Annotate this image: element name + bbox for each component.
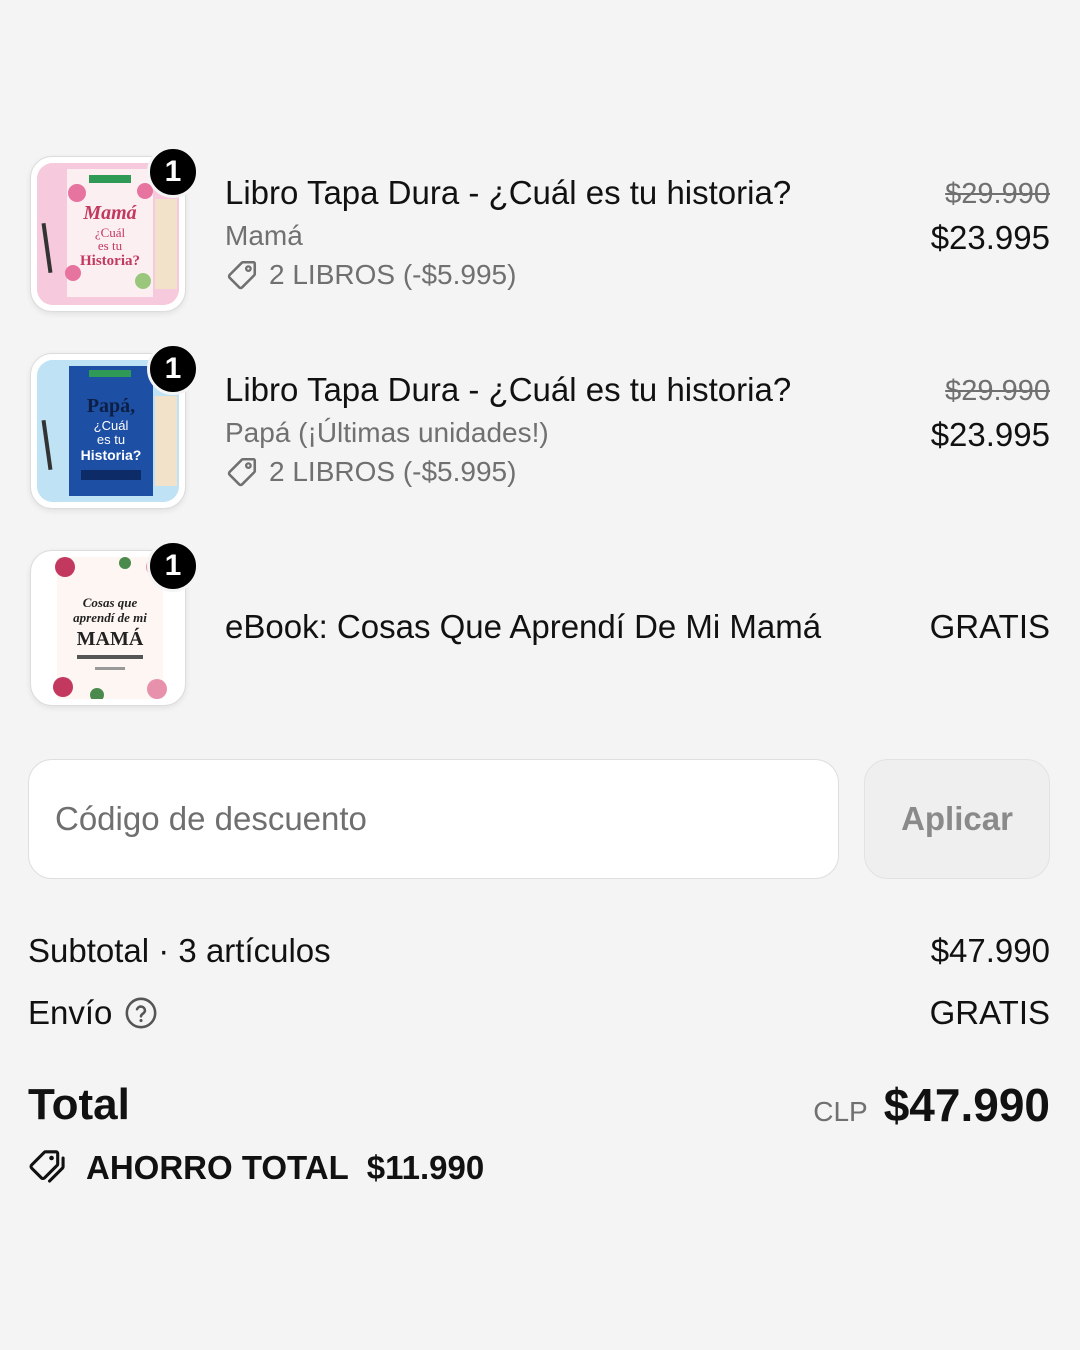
quantity-badge: 1 (147, 540, 199, 592)
shipping-value: GRATIS (929, 994, 1050, 1031)
price-original: $29.990 (945, 178, 1050, 210)
shipping-label-group: Envío (28, 994, 158, 1032)
tag-icon (227, 457, 257, 487)
svg-text:Papá,: Papá, (87, 395, 135, 417)
item-discount: 2 LIBROS (-$5.995) (225, 455, 516, 489)
subtotal-value: $47.990 (930, 932, 1050, 969)
savings-label: AHORRO TOTAL (86, 1149, 349, 1186)
line-item: Papá, ¿Cuál es tu Historia? 1 Libro Tapa… (28, 343, 1050, 513)
price-current: GRATIS (929, 608, 1050, 645)
item-title: Libro Tapa Dura - ¿Cuál es tu historia? (225, 174, 792, 211)
question-circle-icon[interactable] (124, 996, 158, 1030)
shipping-label: Envío (28, 994, 113, 1031)
total-label: Total (28, 1080, 130, 1129)
svg-text:Historia?: Historia? (81, 447, 142, 463)
item-discount-label: 2 LIBROS (-$5.995) (269, 456, 517, 487)
quantity-badge: 1 (147, 343, 199, 395)
svg-text:es tu: es tu (98, 238, 123, 253)
svg-text:MAMÁ: MAMÁ (77, 627, 144, 650)
total-amount: $47.990 (883, 1079, 1050, 1131)
price-original: $29.990 (945, 375, 1050, 407)
savings-value: $11.990 (366, 1149, 485, 1186)
svg-text:Historia?: Historia? (80, 253, 140, 269)
discount-code-input[interactable] (28, 759, 839, 879)
total-savings: AHORRO TOTAL $11.990 (28, 1148, 484, 1188)
shipping-row: Envío GRATIS (28, 994, 1050, 1038)
price-current: $23.995 (930, 219, 1050, 256)
svg-text:aprendí de mi: aprendí de mi (73, 610, 147, 625)
item-title: Libro Tapa Dura - ¿Cuál es tu historia? (225, 371, 792, 408)
tags-icon (29, 1150, 65, 1183)
line-item: Mamá ¿Cuál es tu Historia? 1 Libro Tapa … (28, 146, 1050, 316)
price-current: $23.995 (930, 416, 1050, 453)
subtotal-row: Subtotal · 3 artículos $47.990 (28, 932, 1050, 976)
line-item: Cosas que aprendí de mi MAMÁ 1 eBook: Co… (28, 540, 1050, 710)
item-discount: 2 LIBROS (-$5.995) (225, 258, 516, 292)
quantity-badge: 1 (147, 146, 199, 198)
svg-text:¿Cuál: ¿Cuál (94, 418, 129, 433)
currency-code: CLP (813, 1096, 868, 1127)
apply-discount-button[interactable]: Aplicar (864, 759, 1050, 879)
total-value-group: CLP $47.990 (813, 1078, 1050, 1132)
item-title: eBook: Cosas Que Aprendí De Mi Mamá (225, 608, 822, 645)
tag-icon (227, 260, 257, 290)
svg-text:es tu: es tu (97, 432, 125, 447)
item-variant: Papá (¡Últimas unidades!) (225, 417, 549, 448)
subtotal-label: Subtotal · 3 artículos (28, 932, 331, 969)
item-variant: Mamá (225, 220, 303, 251)
svg-text:Mamá: Mamá (82, 202, 137, 224)
item-discount-label: 2 LIBROS (-$5.995) (269, 259, 517, 290)
svg-text:Cosas que: Cosas que (83, 595, 138, 610)
discount-code-form: Aplicar (28, 759, 1050, 879)
